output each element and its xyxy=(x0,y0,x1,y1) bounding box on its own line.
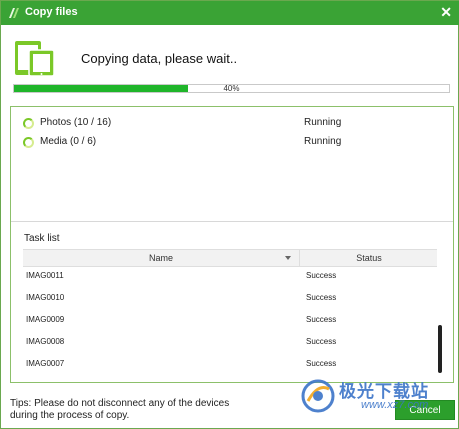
cancel-button[interactable]: Cancel xyxy=(395,400,455,420)
copy-item-status: Running xyxy=(304,136,342,147)
row-status: Success xyxy=(306,359,337,368)
row-file-name: IMAG0009 xyxy=(26,315,65,324)
table-row[interactable]: IMAG0008 Success xyxy=(23,334,437,350)
table-row[interactable]: IMAG0010 Success xyxy=(23,290,437,306)
sort-down-icon[interactable] xyxy=(285,256,291,260)
copy-files-dialog: Copy files ✕ Copying data, please wait..… xyxy=(0,0,459,429)
close-icon[interactable]: ✕ xyxy=(440,4,452,21)
progress-heading: Copying data, please wait.. xyxy=(81,51,238,66)
column-header-name-label: Name xyxy=(148,253,173,263)
copy-progress-bar: 40% xyxy=(13,84,450,93)
table-row[interactable]: IMAG0011 Success xyxy=(23,268,437,284)
column-header-status-label: Status xyxy=(356,253,382,263)
loading-spinner-icon xyxy=(23,118,34,129)
table-row[interactable]: IMAG0007 Success xyxy=(23,356,437,372)
copy-item-name: Photos (10 / 16) xyxy=(40,117,112,128)
row-file-name: IMAG0011 xyxy=(26,271,64,280)
task-list-label: Task list xyxy=(24,233,60,244)
window-title: Copy files xyxy=(25,6,78,18)
row-status: Success xyxy=(306,271,337,280)
column-header-status[interactable]: Status xyxy=(301,250,437,267)
watermark-logo-icon xyxy=(301,379,335,413)
loading-spinner-icon xyxy=(23,137,34,148)
title-bar: Copy files ✕ xyxy=(1,1,459,25)
panel-divider xyxy=(11,221,453,222)
row-file-name: IMAG0008 xyxy=(26,337,65,346)
row-status: Success xyxy=(306,315,337,324)
column-header-name[interactable]: Name xyxy=(23,250,300,267)
row-status: Success xyxy=(306,337,337,346)
copy-item-media: Media (0 / 6) Running xyxy=(23,136,443,150)
progress-percent-label: 40% xyxy=(223,84,240,93)
copy-item-name: Media (0 / 6) xyxy=(40,136,97,147)
row-file-name: IMAG0007 xyxy=(26,359,65,368)
devices-icon xyxy=(15,41,55,77)
app-logo-icon xyxy=(9,8,19,18)
tips-text: Tips: Please do not disconnect any of th… xyxy=(10,398,230,421)
table-row[interactable]: IMAG0009 Success xyxy=(23,312,437,328)
copy-item-photos: Photos (10 / 16) Running xyxy=(23,117,443,131)
row-file-name: IMAG0010 xyxy=(26,293,65,302)
task-list-scrollbar[interactable] xyxy=(438,325,442,373)
copy-item-status: Running xyxy=(304,117,342,128)
task-table-header: Name Status xyxy=(23,249,437,267)
copy-status-panel: Photos (10 / 16) Running Media (0 / 6) R… xyxy=(10,106,454,383)
row-status: Success xyxy=(306,293,337,302)
